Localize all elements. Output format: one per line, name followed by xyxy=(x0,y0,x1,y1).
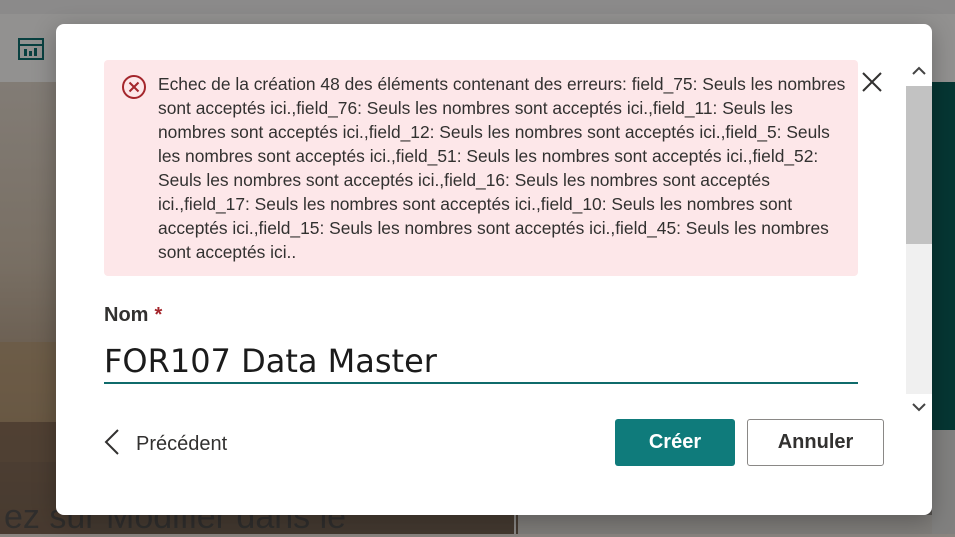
required-marker: * xyxy=(154,304,163,326)
name-field-label: Nom * xyxy=(104,304,162,327)
scroll-up-button[interactable] xyxy=(906,60,932,84)
create-button[interactable]: Créer xyxy=(615,419,735,466)
error-message-bar: Echec de la création 48 des éléments con… xyxy=(104,60,858,276)
scrollbar-thumb[interactable] xyxy=(906,86,932,244)
cancel-button[interactable]: Annuler xyxy=(747,419,884,466)
error-message-text: Echec de la création 48 des éléments con… xyxy=(158,74,846,262)
error-circle-icon xyxy=(121,74,147,100)
dialog-scrollbar[interactable] xyxy=(906,60,932,420)
name-label-text: Nom xyxy=(104,304,149,326)
close-button[interactable] xyxy=(858,70,886,98)
back-button-label: Précédent xyxy=(136,432,228,455)
chevron-up-icon xyxy=(912,63,926,81)
chevron-left-icon xyxy=(104,428,120,460)
name-input[interactable] xyxy=(104,340,858,384)
close-icon xyxy=(861,71,883,98)
create-dialog: Echec de la création 48 des éléments con… xyxy=(56,24,932,515)
back-button[interactable]: Précédent xyxy=(104,428,227,460)
scroll-down-button[interactable] xyxy=(906,396,932,420)
chevron-down-icon xyxy=(912,399,926,417)
